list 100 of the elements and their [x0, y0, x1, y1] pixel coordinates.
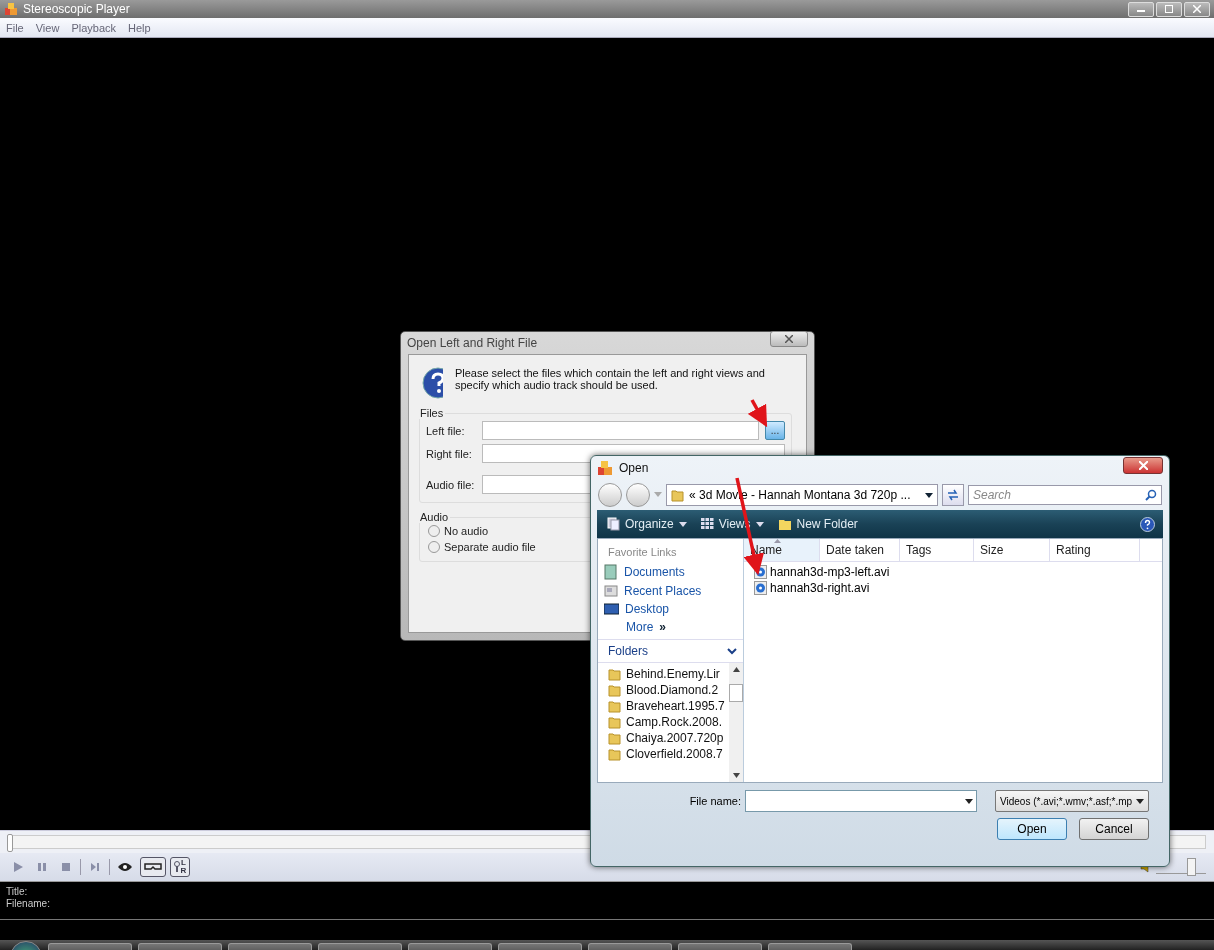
- taskbar-button[interactable]: [498, 943, 582, 950]
- file-name-field[interactable]: [745, 790, 977, 812]
- folder-item[interactable]: Blood.Diamond.2: [598, 682, 729, 698]
- maximize-icon: [1165, 5, 1173, 13]
- cancel-button[interactable]: Cancel: [1079, 818, 1149, 840]
- app-icon: [597, 460, 613, 476]
- radio-button[interactable]: [428, 541, 440, 553]
- recent-places-icon: [604, 584, 618, 598]
- app-icon: [4, 2, 18, 16]
- media-file-icon: [754, 581, 767, 595]
- window-title: Stereoscopic Player: [23, 2, 130, 16]
- caret-icon: [1136, 798, 1144, 804]
- caret-icon: [925, 492, 933, 498]
- favorite-link[interactable]: Documents: [598, 562, 743, 582]
- folder-icon: [608, 731, 621, 745]
- caret-icon[interactable]: [654, 492, 662, 498]
- open-button[interactable]: Open: [997, 818, 1067, 840]
- menu-item[interactable]: Playback: [67, 21, 121, 34]
- eye-icon: [117, 862, 133, 872]
- field-label: Left file:: [426, 424, 466, 437]
- group-title: Audio: [419, 511, 450, 523]
- play-icon: [12, 861, 24, 873]
- search-icon: [1145, 489, 1157, 501]
- help-icon[interactable]: [1140, 516, 1155, 532]
- chevron-icon: [727, 647, 737, 655]
- glasses-button[interactable]: [140, 857, 166, 877]
- pointer-arrow: [747, 399, 768, 428]
- file-type-dropdown[interactable]: Videos (*.avi;*.wmv;*.asf;*.mp: [995, 790, 1149, 812]
- folder-item[interactable]: Cloverfield.2008.7: [598, 746, 729, 762]
- taskbar-button[interactable]: [228, 943, 312, 950]
- folder-icon: [608, 747, 621, 761]
- forward-button[interactable]: [626, 483, 650, 507]
- caret-icon: [678, 521, 687, 527]
- menu-item[interactable]: View: [31, 21, 64, 34]
- group-title: Files: [419, 407, 445, 419]
- folder-icon: [608, 683, 621, 697]
- info-label: Title:: [6, 886, 28, 898]
- section-header: Favorite Links: [607, 545, 678, 560]
- taskbar-button[interactable]: [768, 943, 852, 950]
- question-icon: [422, 367, 443, 399]
- file-row[interactable]: hannah3d-mp3-left.avi: [744, 564, 1162, 580]
- radio-label: No audio: [444, 525, 489, 537]
- left-right-button[interactable]: L R: [170, 857, 190, 877]
- dialog-title: Open: [619, 461, 649, 475]
- scroll-thumb[interactable]: [729, 684, 743, 702]
- favorite-link[interactable]: Recent Places: [598, 582, 743, 600]
- taskbar-button[interactable]: [678, 943, 762, 950]
- close-icon: [785, 335, 793, 343]
- caret-icon: [755, 521, 764, 527]
- field-label: Audio file:: [426, 478, 476, 491]
- folder-item[interactable]: Behind.Enemy.Lir: [598, 666, 729, 682]
- pause-icon: [37, 861, 47, 873]
- folder-icon: [671, 488, 684, 502]
- folder-item[interactable]: Braveheart.1995.7: [598, 698, 729, 714]
- close-button[interactable]: [770, 331, 808, 347]
- toolbar-button[interactable]: Organize: [605, 517, 689, 531]
- maximize-button[interactable]: [1156, 1, 1182, 17]
- taskbar-button[interactable]: [48, 943, 132, 950]
- document-icon: [604, 564, 618, 580]
- taskbar-button[interactable]: [408, 943, 492, 950]
- folder-icon: [608, 667, 621, 681]
- menu-item[interactable]: File: [2, 21, 28, 34]
- instruction-text: Please select the files which contain the left and right views and specify which audio track should be used.: [454, 367, 766, 391]
- taskbar-button[interactable]: [318, 943, 402, 950]
- scrollbar[interactable]: [729, 663, 743, 782]
- radio-button[interactable]: [428, 525, 440, 537]
- file-row[interactable]: hannah3d-right.avi: [744, 580, 1162, 596]
- field-label: Right file:: [426, 447, 473, 460]
- volume-thumb[interactable]: [1187, 857, 1196, 876]
- taskbar-button[interactable]: [138, 943, 222, 950]
- caret-icon: [965, 798, 973, 804]
- favorite-link[interactable]: Desktop: [598, 600, 743, 618]
- back-button[interactable]: [598, 483, 622, 507]
- pages-icon: [607, 517, 620, 531]
- info-label: Filename:: [6, 898, 50, 910]
- folder-icon: [608, 715, 621, 729]
- toolbar-button[interactable]: New Folder: [775, 517, 860, 531]
- minimize-button[interactable]: [1128, 1, 1154, 17]
- folder-item[interactable]: Chaiya.2007.720p: [598, 730, 729, 746]
- file-path-field[interactable]: [482, 421, 759, 440]
- scroll-down-icon: [732, 773, 740, 778]
- next-icon: [90, 861, 100, 873]
- glasses-icon: [143, 861, 163, 873]
- close-icon: [1193, 5, 1201, 13]
- browse-button[interactable]: ...: [765, 421, 785, 440]
- folder-item[interactable]: Camp.Rock.2008.: [598, 714, 729, 730]
- refresh-button[interactable]: [942, 484, 964, 506]
- grid-icon: [700, 518, 714, 530]
- close-icon: [1138, 460, 1148, 470]
- new-folder-icon: [777, 517, 792, 531]
- folders-header[interactable]: Folders: [598, 640, 743, 663]
- search-field[interactable]: Search: [968, 485, 1162, 505]
- more-link[interactable]: More »: [598, 618, 743, 640]
- field-label: File name:: [689, 795, 741, 807]
- taskbar-button[interactable]: [588, 943, 672, 950]
- monitor-icon: [604, 603, 619, 615]
- close-button[interactable]: [1123, 456, 1163, 474]
- menu-item[interactable]: Help: [124, 21, 155, 34]
- seek-thumb[interactable]: [7, 834, 13, 852]
- key-icon: [173, 861, 180, 873]
